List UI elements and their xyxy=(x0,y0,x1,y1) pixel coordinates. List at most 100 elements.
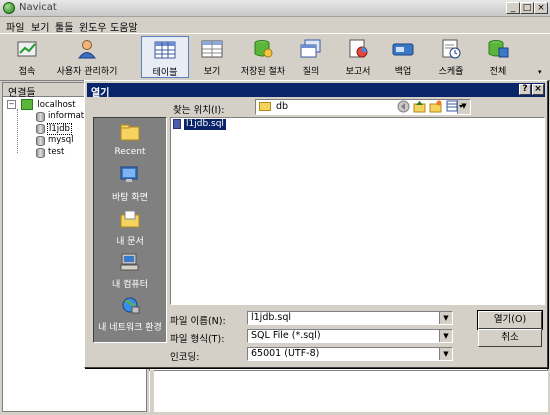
menu-view[interactable]: 보기 xyxy=(31,19,49,34)
file-type-value: SQL File (*.sql) xyxy=(251,330,321,341)
toolbar-all-label: 전체 xyxy=(489,67,507,77)
connections-header-label: 연결들 xyxy=(8,88,36,99)
open-file-dialog: 열기 ? × 찾는 위치(I): db ▼ Recent 바탕 화면 내 문서 … xyxy=(84,80,548,368)
all-icon xyxy=(488,40,509,58)
menu-file[interactable]: 파일 xyxy=(6,19,24,34)
toolbar-schedule-label: 스케쥴 xyxy=(438,67,464,77)
encoding-dropdown[interactable]: 65001 (UTF-8) ▼ xyxy=(247,347,453,361)
minimize-button[interactable]: _ xyxy=(506,2,520,14)
toolbar-connect-label: 접속 xyxy=(18,67,36,77)
toolbar-schedule-button[interactable]: 스케쥴 xyxy=(428,36,474,78)
toolbar-backup-button[interactable]: 백업 xyxy=(385,36,421,78)
network-places-icon xyxy=(122,297,140,314)
toolbar-report-button[interactable]: 보고서 xyxy=(336,36,380,78)
back-icon[interactable] xyxy=(397,100,410,113)
tree-guide-line xyxy=(17,109,18,153)
look-in-value: db xyxy=(276,101,289,112)
database-icon xyxy=(36,112,45,122)
look-in-label: 찾는 위치(I): xyxy=(173,105,225,116)
toolbar-view-button[interactable]: 보기 xyxy=(192,36,232,78)
toolbar: 접속 사용자 관리하기 테이블 보기 저장된 절차 질의 보고서 백업 스케쥴 … xyxy=(0,33,550,81)
menu-tools[interactable]: 툴들 xyxy=(55,19,73,34)
file-name-input[interactable]: l1jdb.sql ▼ xyxy=(247,311,453,325)
recent-folder-icon xyxy=(120,124,140,141)
bottom-info-pane xyxy=(149,370,548,412)
open-button[interactable]: 열기(O) xyxy=(478,311,542,329)
toolbar-view-label: 보기 xyxy=(203,67,221,77)
file-name-label: 파일 이름(N): xyxy=(170,316,226,327)
file-type-dropdown[interactable]: SQL File (*.sql) ▼ xyxy=(247,329,453,343)
app-title: Navicat xyxy=(19,2,57,13)
navicat-logo-icon xyxy=(3,2,15,14)
dialog-title: 열기 xyxy=(91,88,110,99)
chevron-down-icon[interactable]: ▼ xyxy=(439,312,452,324)
file-list[interactable]: l1jdb.sql xyxy=(170,117,545,305)
place-my-documents-label: 내 문서 xyxy=(116,237,144,247)
encoding-label: 인코딩: xyxy=(170,352,200,363)
schedule-icon xyxy=(442,39,461,59)
tree-db-label-selected: l1jdb xyxy=(47,123,72,135)
toolbar-connect-button[interactable]: 접속 xyxy=(6,36,48,78)
server-icon xyxy=(20,99,33,110)
toolbar-overflow-chevron-icon[interactable]: ▾ xyxy=(538,68,542,76)
toolbar-report-label: 보고서 xyxy=(345,67,371,77)
place-desktop[interactable]: 바탕 화면 xyxy=(94,166,166,203)
place-desktop-label: 바탕 화면 xyxy=(112,193,148,203)
cancel-button[interactable]: 취소 xyxy=(478,329,542,347)
query-icon xyxy=(300,39,321,58)
pane-splitter[interactable] xyxy=(150,370,154,412)
place-network[interactable]: 내 네트워크 환경 xyxy=(94,296,166,333)
sql-file-icon xyxy=(173,119,181,129)
chevron-down-icon[interactable]: ▼ xyxy=(439,348,452,360)
menu-window[interactable]: 윈도우 xyxy=(79,19,107,34)
tree-db-label: test xyxy=(48,147,65,157)
dialog-close-button[interactable]: × xyxy=(532,84,544,95)
toolbar-procedure-button[interactable]: 저장된 절차 xyxy=(236,36,290,78)
place-my-computer-label: 내 컴퓨터 xyxy=(112,280,148,290)
new-folder-icon[interactable] xyxy=(429,100,442,113)
tree-collapse-icon[interactable]: − xyxy=(7,100,16,109)
backup-icon xyxy=(392,43,414,56)
toolbar-table-button[interactable]: 테이블 xyxy=(141,36,189,78)
dialog-titlebar: 열기 ? × xyxy=(87,83,545,99)
up-folder-icon[interactable] xyxy=(413,100,426,113)
tree-server-label: localhost xyxy=(37,100,76,110)
place-recent-label: Recent xyxy=(114,147,146,157)
toolbar-user-manager-label: 사용자 관리하기 xyxy=(56,67,118,77)
close-button[interactable]: × xyxy=(534,2,548,14)
database-icon xyxy=(36,148,45,158)
toolbar-query-label: 질의 xyxy=(302,67,320,77)
toolbar-all-button[interactable]: 전체 xyxy=(478,36,518,78)
database-icon xyxy=(36,124,45,134)
file-name-value: l1jdb.sql xyxy=(251,312,292,323)
menu-help[interactable]: 도움말 xyxy=(110,19,138,34)
view-menu-icon[interactable] xyxy=(446,100,464,113)
my-computer-icon xyxy=(120,253,139,271)
place-my-documents[interactable]: 내 문서 xyxy=(94,210,166,247)
menubar: 파일 보기 툴들 윈도우 도움말 xyxy=(0,17,550,34)
table-icon xyxy=(154,41,176,59)
toolbar-query-button[interactable]: 질의 xyxy=(294,36,328,78)
user-manager-icon xyxy=(78,40,96,59)
app-titlebar: Navicat _ □ × xyxy=(0,0,550,17)
toolbar-table-label: 테이블 xyxy=(152,68,178,78)
place-my-computer[interactable]: 내 컴퓨터 xyxy=(94,253,166,290)
places-bar: Recent 바탕 화면 내 문서 내 컴퓨터 내 네트워크 환경 xyxy=(93,117,167,343)
database-icon xyxy=(36,136,45,146)
connect-icon xyxy=(17,41,37,57)
file-item-name: l1jdb.sql xyxy=(184,119,226,130)
chevron-down-icon[interactable]: ▼ xyxy=(439,330,452,342)
place-recent[interactable]: Recent xyxy=(94,123,166,157)
place-network-label: 내 네트워크 환경 xyxy=(98,323,162,333)
dialog-help-button[interactable]: ? xyxy=(519,84,531,95)
desktop-icon xyxy=(120,166,138,182)
toolbar-user-manager-button[interactable]: 사용자 관리하기 xyxy=(52,36,122,78)
toolbar-procedure-label: 저장된 절차 xyxy=(240,67,286,77)
toolbar-backup-label: 백업 xyxy=(394,67,412,77)
encoding-value: 65001 (UTF-8) xyxy=(251,348,320,359)
maximize-button[interactable]: □ xyxy=(520,2,534,14)
view-icon xyxy=(201,40,223,58)
report-icon xyxy=(349,39,368,58)
my-documents-icon xyxy=(120,210,140,228)
tree-db-label: mysql xyxy=(48,135,74,145)
